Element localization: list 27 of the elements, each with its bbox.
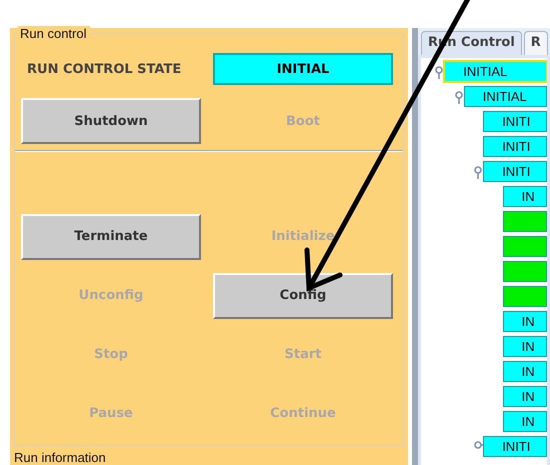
tree-node[interactable] xyxy=(502,286,547,307)
tree-node[interactable]: INITI xyxy=(483,436,547,457)
tree-node[interactable]: IN xyxy=(502,361,547,382)
tree-node[interactable]: IN xyxy=(502,386,547,407)
group-title: Run control xyxy=(18,26,90,41)
tree-node[interactable]: IN xyxy=(502,311,547,332)
tree-node[interactable] xyxy=(502,261,547,282)
tree-node[interactable]: INITI xyxy=(483,136,547,157)
tree-node[interactable]: IN xyxy=(502,411,547,432)
tree-node[interactable]: INITIAL xyxy=(464,86,547,107)
tree-node[interactable]: INITIAL xyxy=(444,61,547,82)
state-label: RUN CONTROL STATE xyxy=(26,62,182,76)
tree-node[interactable]: INITI xyxy=(483,111,547,132)
tree-node[interactable] xyxy=(502,211,547,232)
command-button[interactable]: Shutdown xyxy=(21,98,201,144)
expand-handle-icon[interactable] xyxy=(473,164,484,178)
expand-handle-icon[interactable] xyxy=(454,90,464,104)
tree-node[interactable]: IN xyxy=(502,336,547,357)
section-title: Run information xyxy=(14,451,107,465)
tab[interactable]: R xyxy=(524,31,548,55)
tree-node[interactable] xyxy=(502,236,547,257)
tree-node[interactable]: IN xyxy=(502,186,547,207)
state-indicator: INITIAL xyxy=(213,53,393,85)
tree-node[interactable]: INITI xyxy=(483,161,547,182)
command-button[interactable]: Terminate xyxy=(21,214,201,260)
command-button[interactable]: Config xyxy=(213,272,393,318)
expand-handle-icon[interactable] xyxy=(434,64,444,78)
